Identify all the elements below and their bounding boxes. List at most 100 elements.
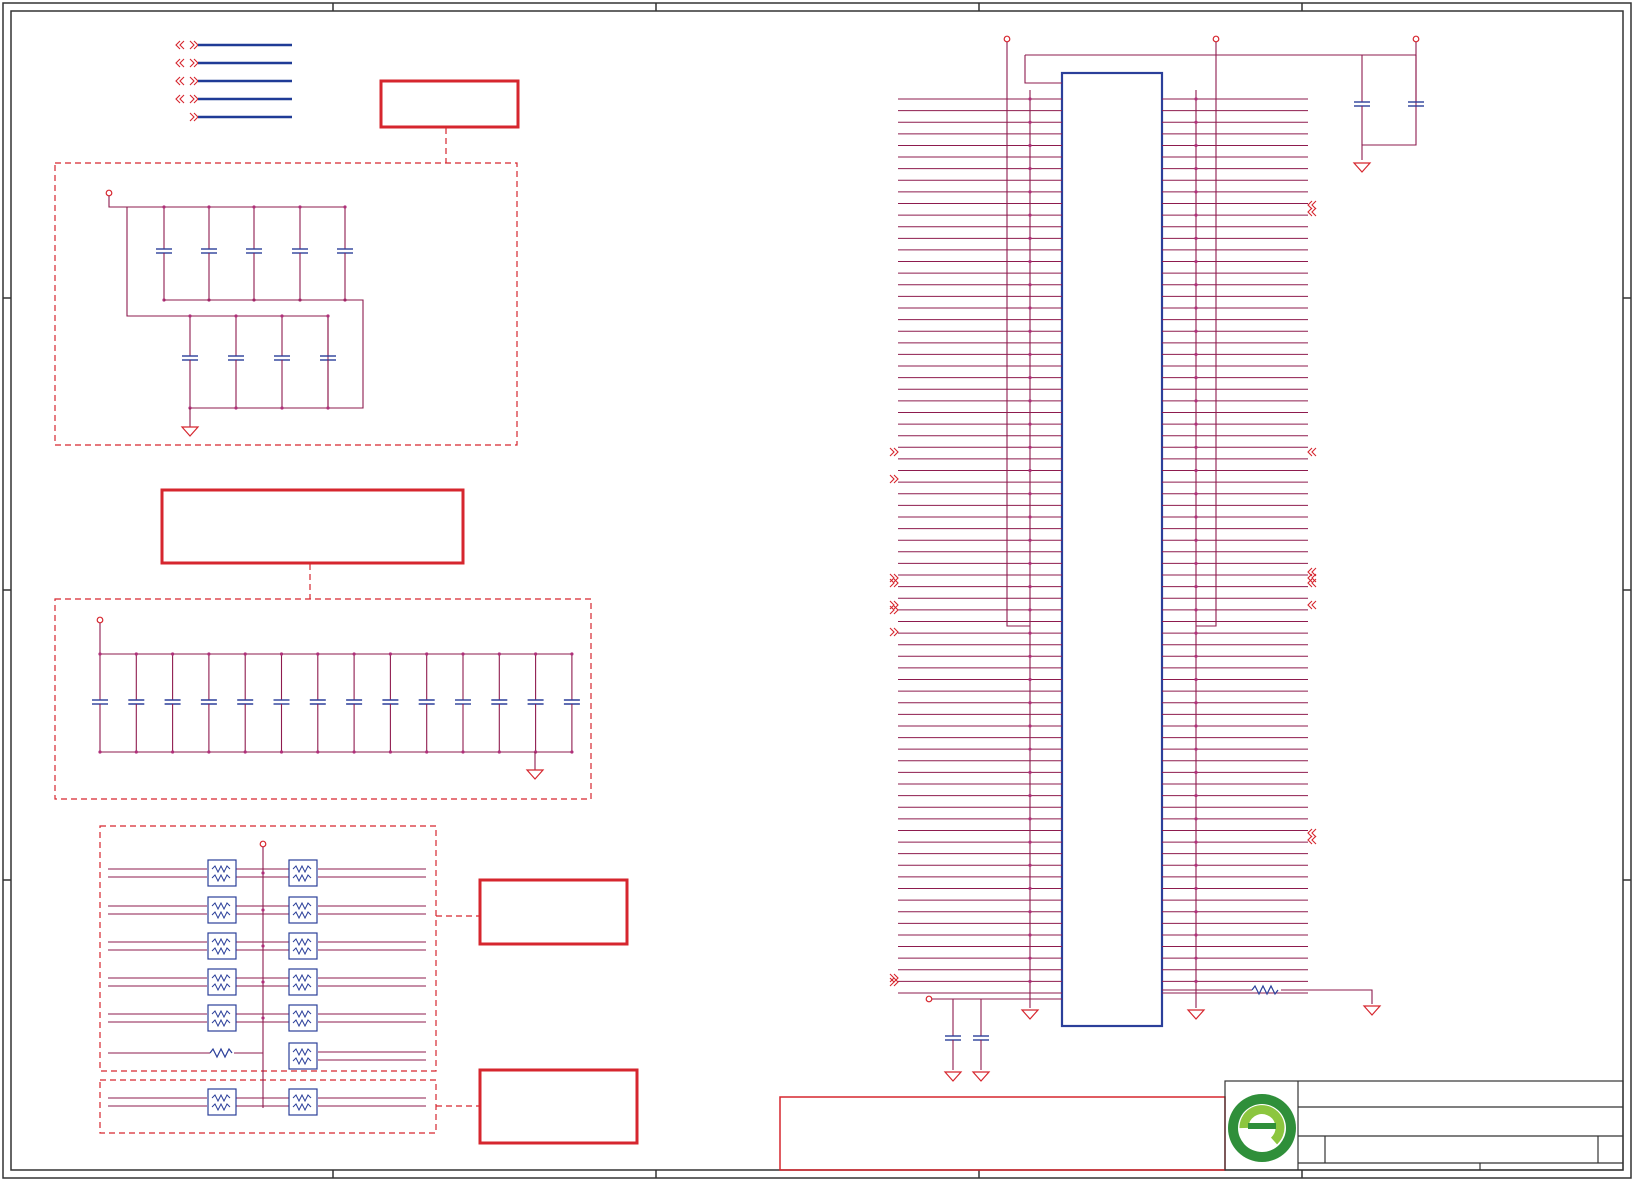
wire xyxy=(1281,989,1373,1004)
junction-dot xyxy=(1028,399,1032,403)
schematic-canvas xyxy=(2,2,1632,1179)
offpage-icon xyxy=(1307,578,1317,588)
junction-dot xyxy=(1028,259,1032,264)
junction-dot xyxy=(234,406,238,410)
junction-dot xyxy=(261,871,265,875)
offpage-icon xyxy=(1307,200,1317,210)
junction-dot xyxy=(243,750,247,754)
junction-dot xyxy=(1194,329,1198,333)
junction-dot xyxy=(1194,399,1198,403)
junction-dot xyxy=(1194,306,1198,310)
junction-dot xyxy=(1028,167,1032,171)
junction-dot xyxy=(1028,236,1032,240)
resistor-pack-icon xyxy=(207,932,237,960)
wire xyxy=(108,196,345,208)
junction-dot xyxy=(570,652,574,656)
junction-dot xyxy=(1028,608,1032,612)
junction-dot xyxy=(1028,585,1032,589)
wire xyxy=(1024,55,1062,84)
ground-icon xyxy=(1352,162,1372,173)
ground-icon xyxy=(1020,1009,1040,1020)
connector-body xyxy=(1060,71,1164,1028)
junction-dot xyxy=(1028,724,1032,728)
junction-dot xyxy=(1028,770,1032,775)
bus-port-group xyxy=(175,40,292,122)
resistor-pack-icon xyxy=(207,896,237,924)
junction-dot xyxy=(1194,608,1198,612)
junction-dot xyxy=(171,652,175,656)
junction-dot xyxy=(534,652,538,656)
junction-dot xyxy=(1194,143,1198,148)
power-icon xyxy=(96,616,104,624)
offpage-icon xyxy=(889,447,899,457)
offpage-icon xyxy=(189,58,199,68)
schematic-sheet xyxy=(0,0,1634,1181)
junction-dot xyxy=(1028,886,1032,891)
junction-dot xyxy=(1194,538,1198,542)
wire xyxy=(126,207,329,408)
junction-dot xyxy=(1028,956,1032,960)
junction-dot xyxy=(1194,259,1198,264)
decoupling-group-1 xyxy=(105,189,364,437)
note-box-top xyxy=(379,79,520,129)
junction-dot xyxy=(1194,724,1198,728)
dashed-group-outlines xyxy=(54,128,592,1134)
offpage-icon xyxy=(1307,835,1317,845)
junction-dot xyxy=(162,205,166,209)
outer-border xyxy=(2,2,1632,1179)
junction-dot xyxy=(1028,97,1032,101)
junction-dot xyxy=(352,750,356,754)
junction-dot xyxy=(280,406,284,410)
junction-dot xyxy=(326,314,330,318)
junction-dot xyxy=(1194,979,1198,983)
offpage-icon xyxy=(175,40,185,50)
offpage-icon xyxy=(889,474,899,484)
junction-dot xyxy=(1194,933,1198,937)
power-icon xyxy=(1412,35,1420,43)
junction-dot xyxy=(1194,468,1198,473)
junction-dot xyxy=(1028,143,1032,148)
junction-dot xyxy=(1028,468,1032,473)
wire xyxy=(1006,42,1030,627)
junction-dot xyxy=(280,314,284,318)
junction-dot xyxy=(316,750,320,754)
power-icon xyxy=(1003,35,1011,43)
ground-icon xyxy=(1362,1005,1382,1016)
junction-dot xyxy=(1028,445,1032,449)
resistor-pack-icon xyxy=(288,859,318,887)
power-icon xyxy=(259,840,267,848)
power-icon xyxy=(1212,35,1220,43)
sheet-frame xyxy=(2,2,1632,1179)
junction-dot xyxy=(1194,97,1198,101)
junction-dot xyxy=(1194,585,1198,589)
junction-dot xyxy=(1028,794,1032,798)
power-icon xyxy=(925,995,933,1003)
junction-dot xyxy=(1028,120,1032,124)
junction-dot xyxy=(1028,979,1032,983)
junction-dot xyxy=(134,652,138,656)
junction-dot xyxy=(1028,817,1032,821)
note-box-footer xyxy=(779,1096,1226,1171)
offpage-icon xyxy=(189,112,199,122)
resistor-pack-icon xyxy=(288,968,318,996)
junction-dot xyxy=(207,205,211,209)
offpage-icon xyxy=(175,94,185,104)
junction-dot xyxy=(316,652,320,656)
inner-border xyxy=(10,10,1624,1171)
junction-dot xyxy=(261,944,265,948)
junction-dot xyxy=(497,750,501,754)
resistor-pack-icon xyxy=(288,1042,318,1070)
resistor-icon xyxy=(209,1047,233,1059)
junction-dot xyxy=(1028,910,1032,914)
junction-dot xyxy=(1194,817,1198,821)
junction-dot xyxy=(252,205,256,209)
decoupling-group-2-outline xyxy=(54,598,592,800)
offpage-icon xyxy=(175,58,185,68)
junction-dot xyxy=(243,652,247,656)
junction-dot xyxy=(1194,910,1198,914)
junction-dot xyxy=(1194,677,1198,682)
note-box-bottom xyxy=(478,1068,639,1145)
offpage-icon xyxy=(889,627,899,637)
offpage-icon xyxy=(1307,207,1317,217)
junction-dot xyxy=(207,652,211,656)
